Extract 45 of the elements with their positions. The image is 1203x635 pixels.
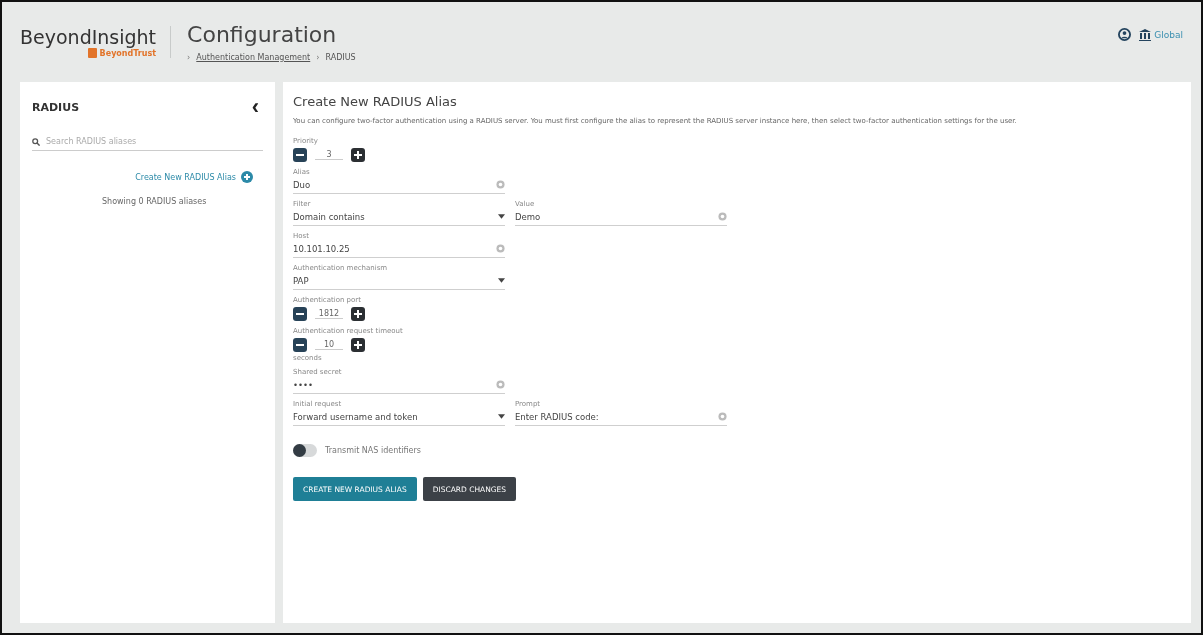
number-field[interactable]: 3 [315,150,343,160]
product-name: BeyondInsight [20,26,157,48]
number-field[interactable]: 1812 [315,309,343,319]
plus-icon [354,341,362,349]
caret-icon[interactable] [498,214,505,219]
text-field[interactable]: •••• [293,376,505,394]
text-field[interactable]: Demo [515,208,727,226]
number-field[interactable]: 10 [315,340,343,350]
sidebar-title: RADIUS [32,100,80,114]
toggle-label: Transmit NAS identifiers [325,446,421,455]
user-icon[interactable] [1118,28,1132,41]
dropdown-field[interactable]: Domain contains [293,208,505,226]
collapse-button[interactable]: ‹ [247,96,263,118]
decrement-button[interactable] [293,338,307,352]
text-field[interactable]: Duo [293,176,505,194]
increment-button[interactable] [351,148,365,162]
increment-button[interactable] [351,307,365,321]
breadcrumb-link[interactable]: Authentication Management [196,53,311,62]
minus-icon [296,154,304,156]
alias-count: Showing 0 RADIUS aliases [102,197,208,206]
bank-icon [1139,28,1152,41]
search-icon [32,137,40,146]
current-page-label: RADIUS [325,53,356,62]
dropdown-field[interactable]: Forward username and token [293,408,505,426]
form-title: Create New RADIUS Alias [293,94,458,109]
plus-icon [354,310,362,318]
brand-logo: BeyondTrust [87,48,157,58]
caret-icon[interactable] [498,414,505,419]
page-title: Configuration [187,22,338,47]
minus-icon [296,344,304,346]
minus-icon [296,313,304,315]
toggle-switch[interactable] [293,444,317,457]
text-field[interactable]: 10.101.10.25 [293,240,505,258]
text-field[interactable]: Enter RADIUS code: [515,408,727,426]
decrement-button[interactable] [293,307,307,321]
breadcrumb-separator: › [187,53,191,62]
breadcrumb-separator: › [316,53,320,62]
plus-circle-icon [241,171,253,183]
dropdown-field[interactable]: PAP [293,272,505,290]
create-alias-link[interactable]: Create New RADIUS Alias [135,171,253,183]
decrement-button[interactable] [293,148,307,162]
logo-mark-icon [87,48,97,58]
caret-icon[interactable] [498,278,505,283]
increment-button[interactable] [351,338,365,352]
plus-icon [354,151,362,159]
